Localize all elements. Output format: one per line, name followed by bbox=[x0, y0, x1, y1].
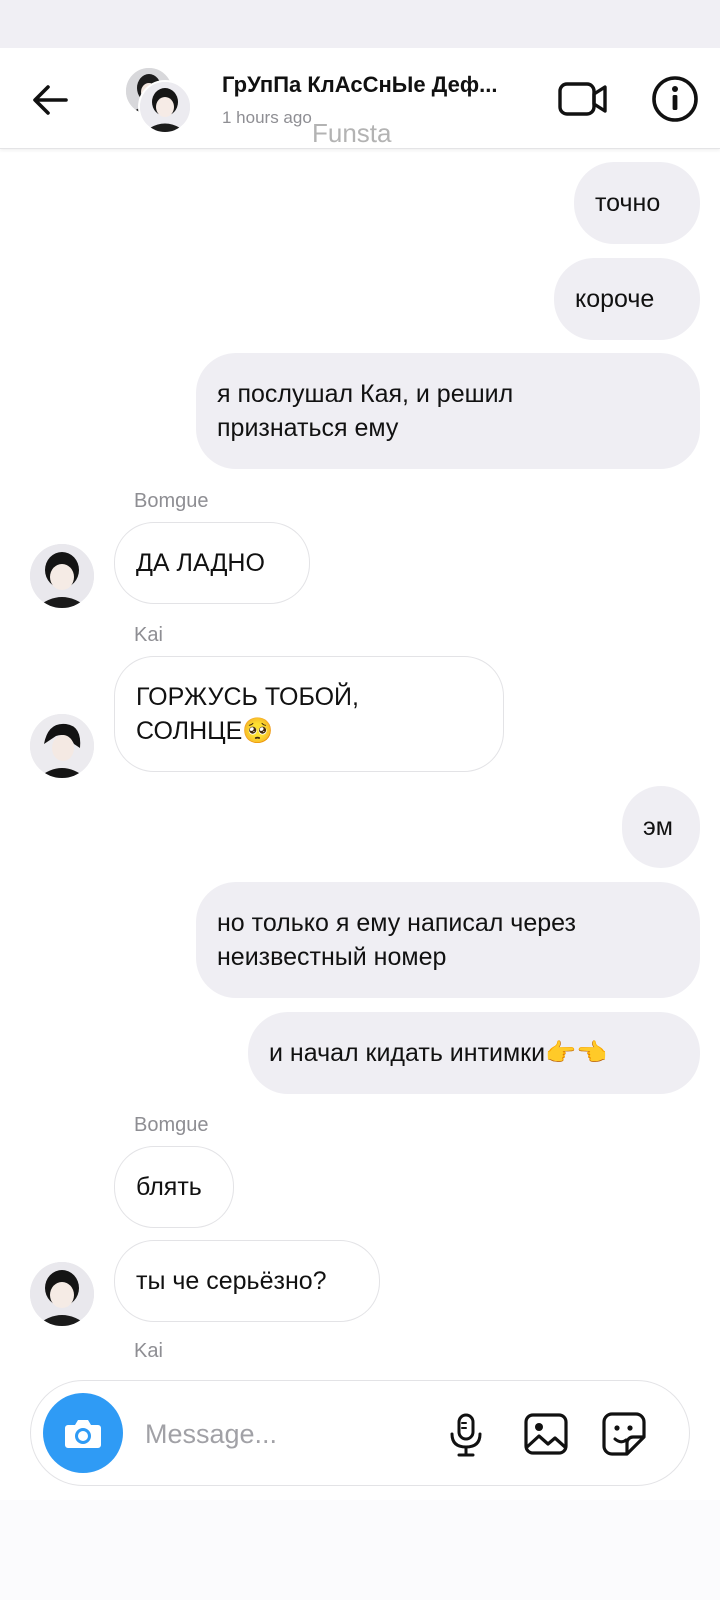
voice-message-button[interactable] bbox=[441, 1409, 491, 1459]
message-text: эм bbox=[643, 813, 673, 841]
gallery-button[interactable] bbox=[521, 1409, 571, 1459]
info-icon bbox=[652, 76, 698, 122]
message-text: ДА ЛАДНО bbox=[136, 549, 265, 577]
group-avatar-front bbox=[138, 80, 192, 134]
outgoing-message[interactable]: точно bbox=[574, 162, 700, 244]
video-call-button[interactable] bbox=[556, 72, 610, 126]
message-text: блять bbox=[136, 1173, 202, 1201]
message-text: короче bbox=[575, 285, 655, 313]
arrow-left-icon bbox=[33, 85, 68, 115]
message-text: точно bbox=[595, 189, 661, 217]
incoming-message[interactable]: ты че серьёзно? bbox=[114, 1240, 380, 1322]
chat-title[interactable]: ГрУпПа КлАсСнЫе Деф... bbox=[222, 72, 542, 98]
sticker-icon bbox=[602, 1412, 646, 1456]
outgoing-message[interactable]: эм bbox=[622, 786, 700, 868]
message-text: я послушал Кая, и решил признаться ему bbox=[217, 380, 514, 442]
microphone-icon bbox=[450, 1413, 482, 1457]
sender-name: Bomgue bbox=[134, 490, 209, 512]
sender-name: Kai bbox=[134, 624, 163, 646]
outgoing-message[interactable]: короче bbox=[554, 258, 700, 340]
outgoing-message[interactable]: и начал кидать интимки👉👈 bbox=[248, 1012, 700, 1094]
back-button[interactable] bbox=[28, 78, 72, 122]
message-text: и начал кидать интимки👉👈 bbox=[269, 1039, 608, 1067]
sender-name: Kai bbox=[134, 1340, 163, 1362]
message-composer bbox=[30, 1380, 690, 1486]
message-text: ты че серьёзно? bbox=[136, 1267, 327, 1295]
outgoing-message[interactable]: я послушал Кая, и решил признаться ему bbox=[196, 353, 700, 469]
status-bar bbox=[0, 0, 720, 48]
video-camera-icon bbox=[558, 82, 607, 116]
incoming-message[interactable]: ДА ЛАДНО bbox=[114, 522, 310, 604]
last-active-status: 1 hours ago bbox=[222, 108, 312, 127]
info-button[interactable] bbox=[648, 72, 702, 126]
message-text: но только я ему написал через неизвестны… bbox=[217, 909, 576, 971]
avatar[interactable] bbox=[30, 544, 94, 608]
navigation-bar-area bbox=[0, 1500, 720, 1600]
camera-icon bbox=[65, 1420, 101, 1448]
message-input[interactable] bbox=[143, 1411, 427, 1457]
image-icon bbox=[524, 1413, 568, 1455]
sender-name: Bomgue bbox=[134, 1114, 209, 1136]
camera-button[interactable] bbox=[43, 1393, 123, 1473]
group-avatar[interactable] bbox=[124, 66, 192, 134]
watermark: Funsta bbox=[312, 118, 392, 148]
outgoing-message[interactable]: но только я ему написал через неизвестны… bbox=[196, 882, 700, 998]
chat-header: ГрУпПа КлАсСнЫе Деф... 1 hours ago Funst… bbox=[0, 48, 720, 149]
incoming-message[interactable]: блять bbox=[114, 1146, 234, 1228]
sticker-button[interactable] bbox=[599, 1409, 649, 1459]
avatar[interactable] bbox=[30, 714, 94, 778]
avatar[interactable] bbox=[30, 1262, 94, 1326]
message-text: ГОРЖУСЬ ТОБОЙ, СОЛНЦЕ🥺 bbox=[136, 683, 359, 745]
incoming-message[interactable]: ГОРЖУСЬ ТОБОЙ, СОЛНЦЕ🥺 bbox=[114, 656, 504, 772]
